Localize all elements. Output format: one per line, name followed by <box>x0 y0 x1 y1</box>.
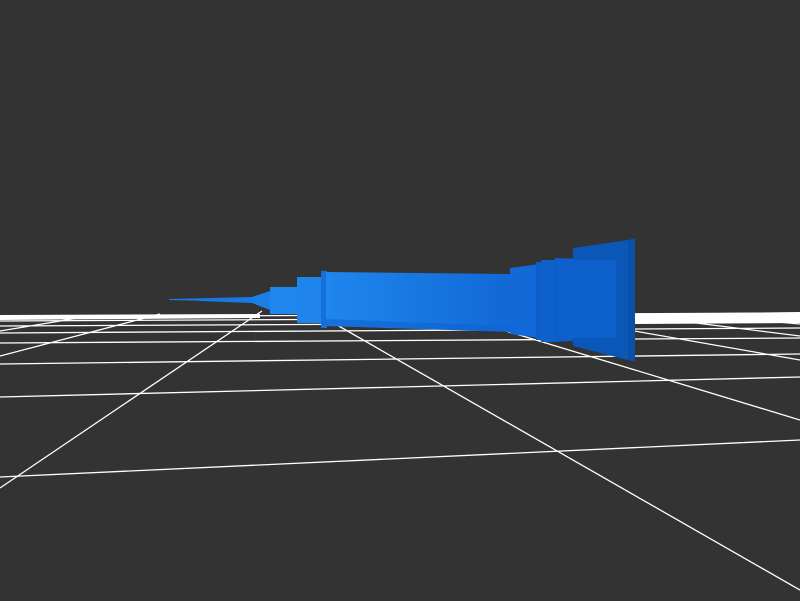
plunger-body <box>541 260 557 342</box>
plunger-flange <box>510 264 540 338</box>
barrel-tip <box>297 277 324 323</box>
3d-viewport[interactable] <box>0 0 800 601</box>
thumb-plate-edge <box>628 238 635 362</box>
hub-collar <box>270 287 298 314</box>
thumb-plate-inner <box>558 260 616 338</box>
